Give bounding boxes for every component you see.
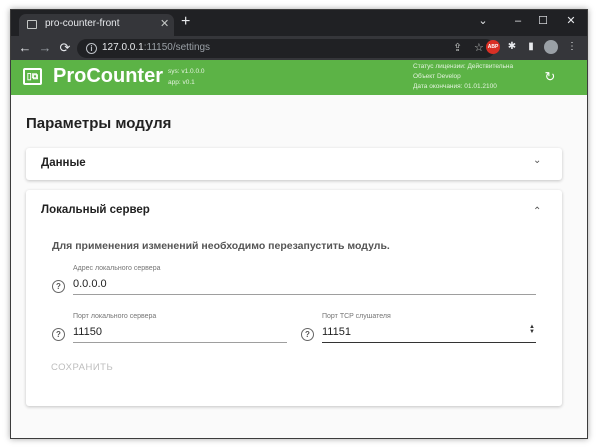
spinner-down-icon[interactable]: ▼ <box>529 329 535 335</box>
reload-button[interactable]: ⟳ <box>57 39 73 57</box>
side-panel-icon[interactable]: ▮ <box>524 40 538 54</box>
profile-avatar[interactable] <box>544 40 558 54</box>
browser-tab[interactable]: pro-counter-front ✕ <box>19 14 174 36</box>
number-spinner[interactable]: ▲ ▼ <box>529 324 535 335</box>
refresh-icon[interactable]: ↻ <box>543 70 557 84</box>
object-name: Объект Develop <box>413 73 461 80</box>
local-server-section: Локальный сервер ⌃ Для применения измене… <box>26 190 562 406</box>
save-button[interactable]: СОХРАНИТЬ <box>51 362 113 373</box>
license-status: Статус лицензии: Действительна <box>413 63 514 70</box>
forward-button[interactable]: → <box>37 39 53 57</box>
favicon-icon <box>27 20 37 29</box>
logo-icon: ▯⧉ <box>23 68 42 85</box>
site-info-icon[interactable]: i <box>86 43 97 54</box>
extensions-puzzle-icon[interactable]: ✱ <box>505 40 519 54</box>
new-tab-button[interactable]: + <box>181 14 190 30</box>
maximize-button[interactable]: ☐ <box>533 13 553 29</box>
browser-window: pro-counter-front ✕ + ⌄ – ☐ ✕ ← → ⟳ i 12… <box>10 9 588 439</box>
port-field[interactable]: Порт локального сервера 11150 <box>73 313 287 343</box>
url-path: :11150/settings <box>143 42 211 53</box>
minimize-button[interactable]: – <box>508 13 528 29</box>
url-host: 127.0.0.1 <box>102 42 144 53</box>
share-icon[interactable]: ⇪ <box>453 41 462 55</box>
address-bar[interactable]: i 127.0.0.1:11150/settings ⇪ ☆ <box>77 39 495 58</box>
tab-title: pro-counter-front <box>45 18 120 29</box>
help-icon[interactable]: ? <box>52 280 65 293</box>
address-field[interactable]: Адрес локального сервера 0.0.0.0 <box>73 265 536 295</box>
chevron-up-icon[interactable]: ⌃ <box>533 206 541 217</box>
browser-toolbar: ← → ⟳ i 127.0.0.1:11150/settings ⇪ ☆ ABP… <box>11 36 587 60</box>
data-section[interactable]: Данные ⌄ <box>26 148 562 180</box>
app-header: ▯⧉ ProCounter sys: v1.0.0.0 app: v0.1 Ст… <box>11 60 587 95</box>
app-title: ProCounter <box>53 65 163 87</box>
tcp-port-input[interactable]: 11151 <box>322 326 351 338</box>
tab-close-icon[interactable]: ✕ <box>160 17 169 31</box>
main-content: Параметры модуля Данные ⌄ Локальный серв… <box>11 95 587 438</box>
app-version: app: v0.1 <box>168 79 195 86</box>
page-title: Параметры модуля <box>26 115 172 132</box>
back-button[interactable]: ← <box>17 39 33 57</box>
tcp-port-label: Порт TCP слушателя <box>322 313 391 320</box>
address-label: Адрес локального сервера <box>73 265 161 272</box>
tab-strip: pro-counter-front ✕ + ⌄ – ☐ ✕ <box>11 10 587 36</box>
tab-search-icon[interactable]: ⌄ <box>473 13 493 29</box>
sys-version: sys: v1.0.0.0 <box>168 68 205 75</box>
data-section-title: Данные <box>41 157 86 169</box>
port-input[interactable]: 11150 <box>73 326 102 338</box>
bookmark-star-icon[interactable]: ☆ <box>474 41 484 55</box>
local-server-section-title[interactable]: Локальный сервер <box>41 204 150 216</box>
help-icon[interactable]: ? <box>52 328 65 341</box>
address-input[interactable]: 0.0.0.0 <box>73 278 107 290</box>
browser-menu-icon[interactable]: ⋮ <box>565 40 579 54</box>
close-window-button[interactable]: ✕ <box>561 13 581 29</box>
restart-notice: Для применения изменений необходимо пере… <box>52 240 390 252</box>
license-expiry: Дата окончания: 01.01.2100 <box>413 83 497 90</box>
port-label: Порт локального сервера <box>73 313 157 320</box>
tcp-port-field[interactable]: Порт TCP слушателя 11151 ▲ ▼ <box>322 313 536 343</box>
url-text[interactable]: 127.0.0.1:11150/settings <box>102 42 210 53</box>
chevron-down-icon[interactable]: ⌄ <box>533 155 541 166</box>
adblock-extension-icon[interactable]: ABP <box>486 40 500 54</box>
help-icon[interactable]: ? <box>301 328 314 341</box>
